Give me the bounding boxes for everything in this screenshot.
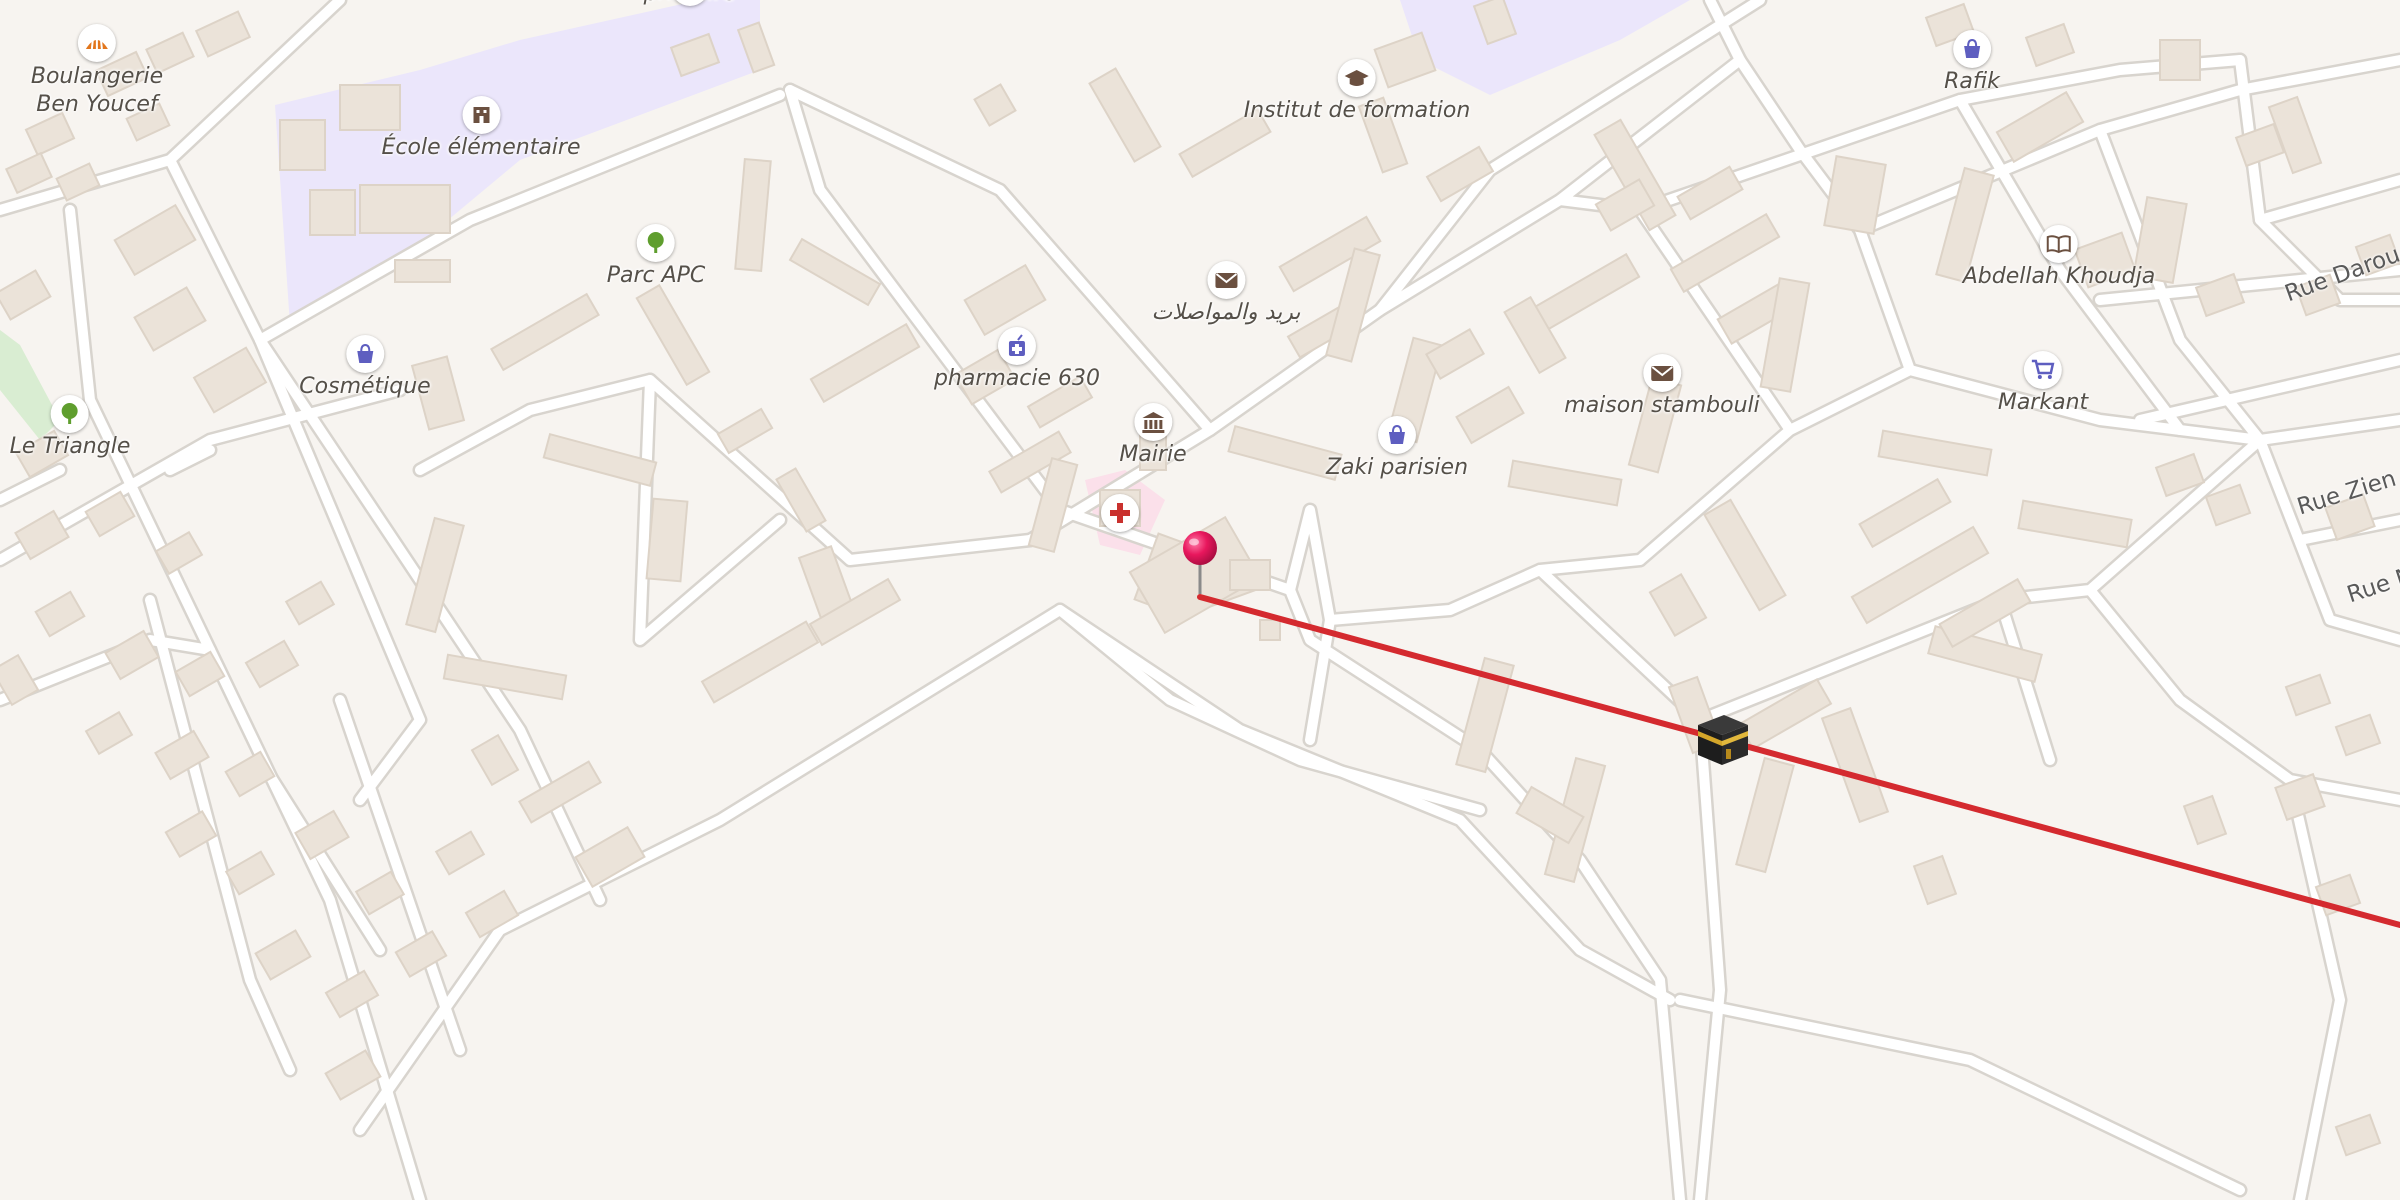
shopping-bag-icon	[1378, 416, 1416, 454]
map-pin-icon	[1183, 531, 1217, 594]
poi-label: Rafik	[1944, 69, 2000, 94]
poi-label: Boulangerie Ben Youcef	[31, 63, 163, 119]
poi-label-line: Boulangerie Ben Youcef	[30, 64, 164, 117]
poi-abdellah-khoudja[interactable]: Abdellah Khoudja	[1962, 225, 2156, 290]
poi-mairie[interactable]: Mairie	[1119, 403, 1187, 468]
poi-label: maison stambouli	[1564, 393, 1760, 418]
tree-icon	[51, 395, 89, 433]
pharmacy-icon	[997, 327, 1036, 365]
poi-markant[interactable]: Markant	[1998, 351, 2088, 416]
tree-icon	[637, 224, 675, 262]
poi-label: École élémentaire	[381, 135, 581, 160]
poi-cosmetique[interactable]: Cosmétique	[299, 335, 431, 400]
poi-primaire-icon[interactable]	[671, 0, 709, 6]
poi-label: Parc APC	[606, 263, 706, 288]
cart-icon	[2024, 351, 2062, 389]
poi-boulangerie[interactable]: Boulangerie Ben Youcef	[31, 24, 163, 119]
hospital-marker[interactable]	[1101, 494, 1139, 532]
qibla-direction-line	[1197, 594, 2400, 928]
poi-rafik[interactable]: Rafik	[1944, 30, 2000, 95]
poi-parc-apc[interactable]: Parc APC	[606, 224, 706, 289]
kaaba-icon	[1698, 715, 1748, 765]
poi-poste[interactable]: بريد والمواصلات	[1151, 261, 1301, 326]
book-icon	[2040, 225, 2078, 263]
medical-cross-icon	[1101, 494, 1139, 532]
poi-pharmacie[interactable]: pharmacie 630	[934, 327, 1100, 392]
kaaba-marker[interactable]	[1694, 711, 1752, 771]
poi-label: Abdellah Khoudja	[1962, 264, 2156, 289]
poi-label: Institut de formation	[1243, 98, 1471, 123]
poi-label: Cosmétique	[299, 374, 431, 399]
town-hall-icon	[1134, 403, 1172, 441]
poi-label: Zaki parisien	[1325, 455, 1469, 480]
poi-label: pharmacie 630	[933, 366, 1101, 391]
poi-label: Le Triangle	[9, 434, 131, 459]
map-view[interactable]: primaire Boulangerie Ben Youcef École él…	[0, 0, 2400, 1200]
bakery-icon	[77, 24, 116, 62]
graduation-cap-icon	[1338, 59, 1376, 97]
shopping-bag-icon	[1952, 30, 1991, 68]
poi-zaki-parisien[interactable]: Zaki parisien	[1326, 416, 1468, 481]
envelope-icon	[1207, 261, 1245, 299]
school-icon	[462, 96, 500, 134]
poi-label: بريد والمواصلات	[1151, 300, 1301, 325]
poi-maison-stambouli[interactable]: maison stambouli	[1564, 354, 1760, 419]
envelope-icon	[1642, 354, 1681, 392]
location-pin[interactable]	[1180, 530, 1220, 600]
poi-label: Mairie	[1119, 442, 1187, 467]
poi-label: Markant	[1997, 390, 2089, 415]
school-icon	[671, 0, 709, 6]
map-canvas[interactable]	[0, 0, 2400, 1200]
poi-institut-formation[interactable]: Institut de formation	[1243, 59, 1471, 124]
shopping-bag-icon	[346, 335, 384, 373]
poi-ecole-elementaire[interactable]: École élémentaire	[382, 96, 581, 161]
poi-le-triangle[interactable]: Le Triangle	[9, 395, 131, 460]
